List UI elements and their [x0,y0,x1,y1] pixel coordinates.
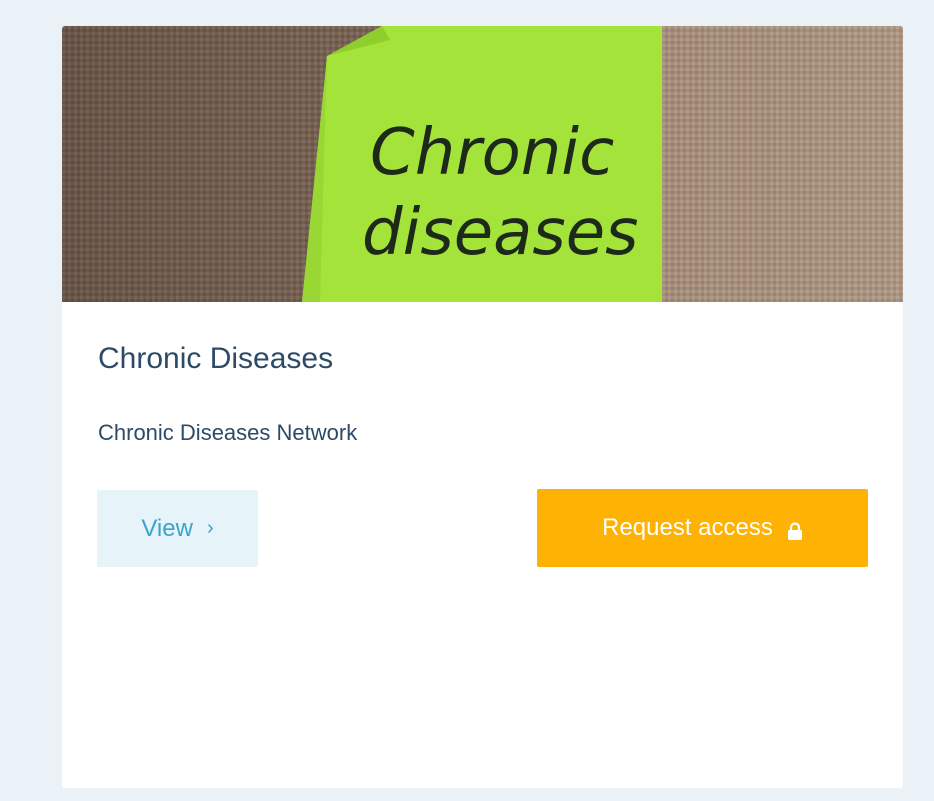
lock-icon [787,519,803,540]
dataset-card: Chronic diseases Chronic Diseases Chroni… [62,26,903,788]
view-button[interactable]: View › [97,490,258,567]
request-access-button[interactable]: Request access [537,489,868,567]
chevron-right-icon: › [206,517,214,539]
card-title: Chronic Diseases [98,342,334,375]
request-access-label: Request access [602,514,773,541]
card-subtitle: Chronic Diseases Network [98,420,358,445]
note-line-1: Chronic [370,116,614,190]
note-line-2: diseases [362,196,638,270]
chronic-diseases-sticky-note-image: Chronic diseases [62,26,903,302]
view-button-label: View [141,514,193,542]
card-image: Chronic diseases [62,26,903,302]
